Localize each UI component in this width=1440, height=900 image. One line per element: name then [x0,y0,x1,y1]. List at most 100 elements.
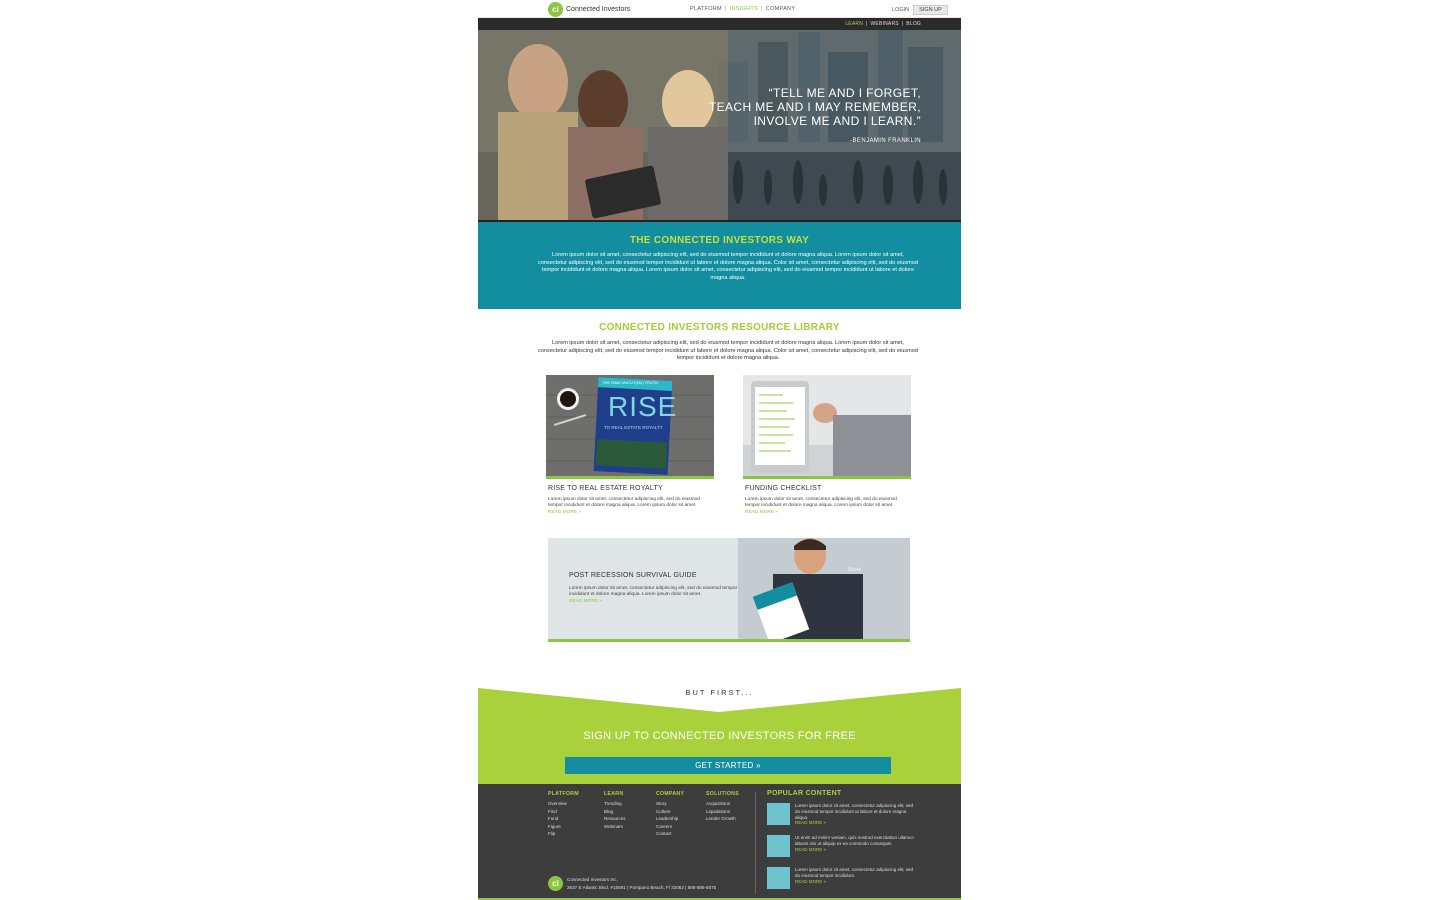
company-address: 2637 E Atlantic Blvd. #18591 | Pompano B… [567,885,717,890]
read-more-link[interactable]: READ MORE » [569,599,602,604]
popular-item[interactable]: Lorem ipsum dolor sit amet, consectetur … [767,803,917,827]
guide-body: Lorem ipsum dolor sit amet, consectetur … [569,586,738,597]
watermark: iStock [848,567,862,573]
nav-platform[interactable]: PLATFORM [690,6,722,12]
footer-link[interactable]: Trending [604,800,626,808]
brand-logo[interactable]: ci Connected Investors [548,2,630,17]
way-body: Lorem ipsum dolor sit amet, consectetur … [538,252,918,281]
footer-link[interactable]: Leadership [656,815,684,823]
footer-link[interactable]: Webinars [604,823,626,831]
way-section: THE CONNECTED INVESTORS WAY Lorem ipsum … [478,222,961,309]
popular-item[interactable]: Lorem ipsum dolor sit amet, consectetur … [767,867,917,891]
quote-line: INVOLVE ME AND I LEARN.” [753,114,921,128]
resource-card[interactable]: THE RAW UNCUT(ED) TRUTH RISE TO REAL EST… [546,375,714,520]
subnav-learn[interactable]: LEARN [845,21,863,27]
card-image: THE RAW UNCUT(ED) TRUTH RISE TO REAL EST… [546,375,714,479]
library-body: Lorem ipsum dolor sit amet, consectetur … [538,340,918,362]
footer-link[interactable]: Contact [656,830,684,838]
popular-text: Lorem ipsum dolor sit amet, consectetur … [795,867,915,884]
resource-card[interactable]: FUNDING CHECKLIST Lorem ipsum dolor sit … [743,375,911,520]
popular-excerpt: Lorem ipsum dolor sit amet, consectetur … [795,867,914,878]
quote-attribution: -BENJAMIN FRANKLIN [850,138,921,144]
footer-link[interactable]: Figure [548,823,579,831]
brand-name: Connected Investors [566,6,631,13]
card-body: Lorem ipsum dolor sit amet, consectetur … [745,497,897,508]
read-more-link[interactable]: READ MORE » [548,510,581,515]
popular-thumbnail [767,803,790,825]
subnav-separator: | [866,21,868,27]
nav-separator: | [724,6,727,12]
card-title[interactable]: FUNDING CHECKLIST [745,485,822,492]
hero-banner: LEARN | WEBINARS | BLOG “TELL ME AND I F… [478,18,961,222]
subnav-webinars[interactable]: WEBINARS [871,21,899,27]
footer-column-learn: LEARN Trending Blog Resources Webinars [604,791,626,830]
nav-separator: | [761,6,763,12]
card-body: Lorem ipsum dolor sit amet, consectetur … [548,497,700,508]
footer-logo[interactable]: ci [548,876,563,891]
card-title[interactable]: RISE TO REAL ESTATE ROYALTY [548,485,663,492]
company-name: Connected Investors Inc. [567,877,618,882]
way-title: THE CONNECTED INVESTORS WAY [629,235,810,246]
logo-mark: ci [548,2,563,17]
book-word: RISE [608,391,678,422]
read-more-link[interactable]: READ MORE » [745,510,778,515]
nav-insights[interactable]: INSIGHTS [730,6,758,12]
footer-column-platform: PLATFORM Overview Find Fund Figure Flip [548,791,579,838]
featured-guide-card[interactable]: iStock POST RECESSION SURVIVAL GUIDE Lor… [548,538,910,642]
read-more-link[interactable]: READ MORE » [795,820,915,826]
hero-quote: “TELL ME AND I FORGET, TEACH ME AND I MA… [709,86,921,128]
book-tagline: THE RAW UNCUT(ED) TRUTH [602,380,659,385]
footer-link[interactable]: Careers [656,823,684,831]
signup-button[interactable]: SIGN UP [913,5,948,15]
footer-company-info: ci Connected Investors Inc. 2637 E Atlan… [548,876,716,892]
footer-column-company: COMPANY Story Culture Leadership Careers… [656,791,684,838]
footer-divider [755,792,756,894]
footer-link[interactable]: Flip [548,830,579,838]
footer-link[interactable]: Resources [604,815,626,823]
footer-heading: PLATFORM [548,791,579,797]
popular-text: Ut enim ad minim veniam, quis nostrud ex… [795,835,915,852]
auth-links: LOGIN SIGN UP [892,5,948,15]
footer-link[interactable]: Blog [604,808,626,816]
but-first-text: BUT FIRST... [685,688,754,697]
footer-link[interactable]: Acquisitions [706,800,739,808]
popular-content-title: POPULAR CONTENT [767,790,842,797]
sub-nav: LEARN | WEBINARS | BLOG [478,18,961,30]
footer-link[interactable]: Fund [548,815,579,823]
footer-link[interactable]: Overview [548,800,579,808]
popular-thumbnail [767,835,790,857]
company-details: Connected Investors Inc. 2637 E Atlantic… [567,876,716,892]
footer-link[interactable]: Story [656,800,684,808]
footer-column-solutions: SOLUTIONS Acquisitions Liquidations Lend… [706,791,739,823]
card-image [743,375,911,479]
quote-line: TEACH ME AND I MAY REMEMBER, [708,100,921,114]
read-more-link[interactable]: READ MORE » [795,847,915,853]
book-subtitle: TO REAL ESTATE ROYALTY [604,425,663,430]
popular-item[interactable]: Ut enim ad minim veniam, quis nostrud ex… [767,835,917,859]
footer: PLATFORM Overview Find Fund Figure Flip … [478,784,961,900]
subnav-blog[interactable]: BLOG [906,21,921,27]
footer-link[interactable]: Lender Growth [706,815,739,823]
get-started-button[interactable]: GET STARTED » [565,757,891,774]
footer-heading: LEARN [604,791,624,797]
popular-excerpt: Lorem ipsum dolor sit amet, consectetur … [795,803,914,820]
popular-thumbnail [767,867,790,889]
footer-heading: COMPANY [656,791,685,797]
signup-title: SIGN UP TO CONNECTED INVESTORS FOR FREE [583,730,856,742]
footer-link[interactable]: Find [548,808,579,816]
footer-link[interactable]: Culture [656,808,684,816]
quote-line: “TELL ME AND I FORGET, [768,86,921,100]
nav-company[interactable]: COMPANY [766,6,796,12]
popular-text: Lorem ipsum dolor sit amet, consectetur … [795,803,915,826]
guide-title[interactable]: POST RECESSION SURVIVAL GUIDE [569,572,697,579]
top-nav: ci Connected Investors PLATFORM | INSIGH… [478,0,961,18]
library-title: CONNECTED INVESTORS RESOURCE LIBRARY [599,322,840,333]
popular-excerpt: Ut enim ad minim veniam, quis nostrud ex… [795,835,914,846]
main-menu: PLATFORM | INSIGHTS | COMPANY [690,6,795,12]
subnav-separator: | [901,21,904,27]
read-more-link[interactable]: READ MORE » [795,879,915,885]
login-link[interactable]: LOGIN [892,7,909,13]
footer-link[interactable]: Liquidations [706,808,739,816]
footer-heading: SOLUTIONS [706,791,739,797]
page: ci Connected Investors PLATFORM | INSIGH… [478,0,961,900]
